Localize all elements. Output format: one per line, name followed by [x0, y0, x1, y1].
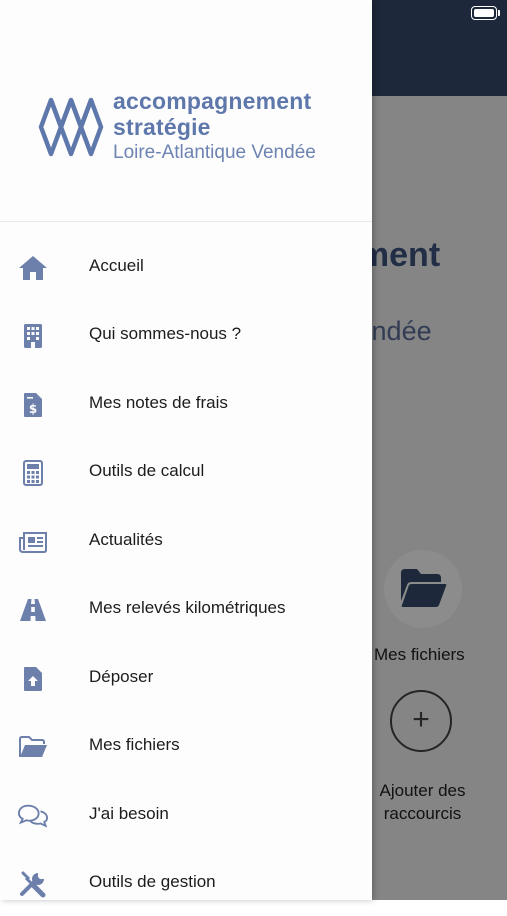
calculator-icon [18, 458, 48, 488]
menu-item-deposer[interactable]: Déposer [0, 643, 372, 711]
menu-item-accueil[interactable]: Accueil [0, 232, 372, 300]
menu-item-label: J'ai besoin [89, 804, 169, 823]
menu-item-label: Mes relevés kilométriques [89, 598, 286, 617]
home-icon [18, 253, 48, 283]
menu-item-label: Outils de gestion [89, 872, 216, 891]
chat-bubbles-icon [18, 801, 48, 831]
menu-item-label: Déposer [89, 667, 154, 686]
menu-item-j-ai-besoin[interactable]: J'ai besoin [0, 780, 372, 848]
logo-text-accompagnement: accompagnement [113, 88, 312, 114]
logo-text-region: Loire-Atlantique Vendée [113, 142, 316, 163]
road-icon [18, 595, 48, 625]
building-icon [18, 321, 48, 351]
newspaper-icon [18, 527, 48, 557]
battery-icon [471, 6, 497, 20]
menu-item-outils-de-gestion[interactable]: Outils de gestion [0, 848, 372, 916]
menu-item-label: Outils de calcul [89, 461, 205, 480]
menu-item-mes-fichiers[interactable]: Mes fichiers [0, 711, 372, 779]
menu-item-label: Mes fichiers [89, 735, 180, 754]
menu-item-label: Mes notes de frais [89, 393, 228, 412]
menu-item-label: Accueil [89, 256, 144, 275]
menu-item-label: Actualités [89, 530, 163, 549]
file-upload-icon [18, 664, 48, 694]
battery-tip [498, 10, 500, 16]
menu-item-notes-de-frais[interactable]: $ Mes notes de frais [0, 369, 372, 437]
menu-item-actualites[interactable]: Actualités [0, 506, 372, 574]
menu-item-outils-de-calcul[interactable]: Outils de calcul [0, 437, 372, 505]
logo-mark-icon [38, 97, 104, 157]
invoice-dollar-icon: $ [18, 390, 48, 420]
app-logo: accompagnement stratégie Loire-Atlantiqu… [38, 88, 358, 168]
tools-icon [18, 869, 48, 899]
folder-open-icon [18, 732, 48, 762]
logo-text-strategie: stratégie [113, 114, 211, 140]
menu-item-qui-sommes-nous[interactable]: Qui sommes-nous ? [0, 300, 372, 368]
menu-item-label: Qui sommes-nous ? [89, 324, 242, 343]
drawer-divider [0, 221, 372, 222]
menu-item-releves-kilometriques[interactable]: Mes relevés kilométriques [0, 574, 372, 642]
svg-text:$: $ [29, 402, 37, 416]
navigation-drawer: accompagnement stratégie Loire-Atlantiqu… [0, 0, 372, 900]
